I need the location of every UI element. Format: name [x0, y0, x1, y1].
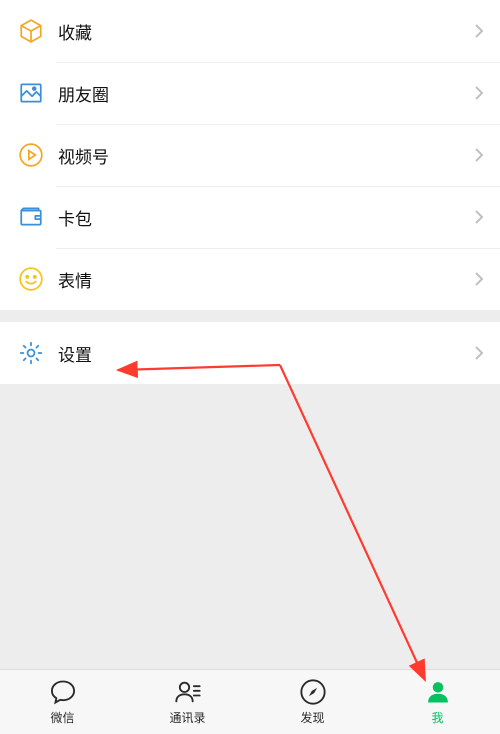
smile-icon	[18, 266, 44, 292]
gallery-icon	[18, 80, 44, 106]
menu-item-channels[interactable]: 视频号	[0, 124, 500, 186]
tab-bar: 微信 通讯录 发现 我	[0, 669, 500, 734]
tab-label: 我	[431, 709, 443, 726]
tab-discover[interactable]: 发现	[250, 670, 375, 734]
wallet-icon	[18, 204, 44, 230]
chevron-right-icon	[474, 147, 484, 163]
section-divider	[0, 310, 500, 322]
menu-label: 收藏	[58, 19, 474, 44]
play-circle-icon	[18, 142, 44, 168]
menu-item-cards[interactable]: 卡包	[0, 186, 500, 248]
tab-label: 发现	[300, 709, 324, 726]
menu-label: 视频号	[58, 143, 474, 168]
menu-group-2: 设置	[0, 322, 500, 384]
menu-label: 卡包	[58, 205, 474, 230]
gear-icon	[18, 340, 44, 366]
menu-label: 朋友圈	[58, 81, 474, 106]
tab-contacts[interactable]: 通讯录	[125, 670, 250, 734]
chevron-right-icon	[474, 23, 484, 39]
chevron-right-icon	[474, 209, 484, 225]
menu-label: 设置	[58, 341, 474, 366]
menu-item-stickers[interactable]: 表情	[0, 248, 500, 310]
compass-icon	[299, 678, 327, 706]
chevron-right-icon	[474, 85, 484, 101]
empty-space	[0, 384, 500, 644]
person-icon	[424, 678, 452, 706]
tab-label: 微信	[50, 709, 74, 726]
menu-item-favorites[interactable]: 收藏	[0, 0, 500, 62]
contacts-icon	[174, 678, 202, 706]
menu-item-settings[interactable]: 设置	[0, 322, 500, 384]
me-menu-list: 收藏 朋友圈	[0, 0, 500, 644]
chevron-right-icon	[474, 271, 484, 287]
chat-bubble-icon	[49, 678, 77, 706]
cube-icon	[18, 18, 44, 44]
menu-item-moments[interactable]: 朋友圈	[0, 62, 500, 124]
menu-group-1: 收藏 朋友圈	[0, 0, 500, 310]
menu-label: 表情	[58, 267, 474, 292]
tab-me[interactable]: 我	[375, 670, 500, 734]
tab-label: 通讯录	[169, 709, 205, 726]
chevron-right-icon	[474, 345, 484, 361]
tab-chats[interactable]: 微信	[0, 670, 125, 734]
